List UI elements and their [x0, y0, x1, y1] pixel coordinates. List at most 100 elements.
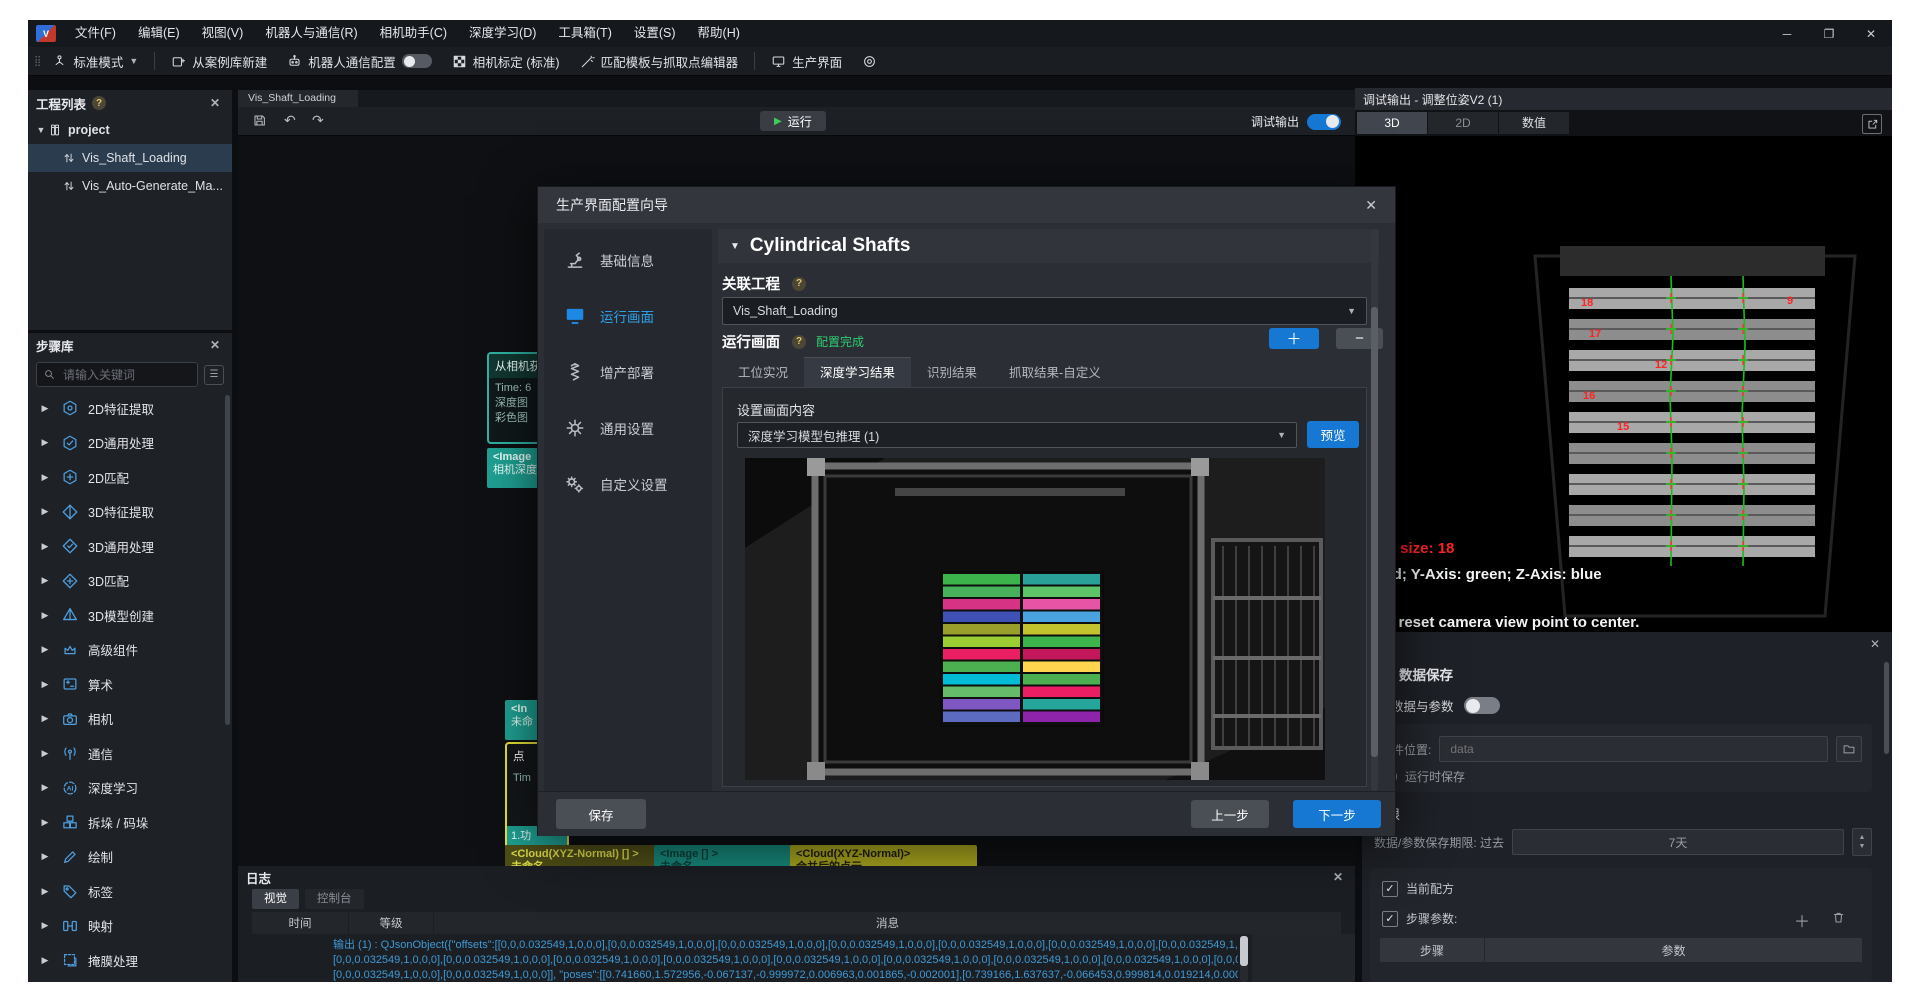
close-icon[interactable]: ✕ — [1329, 868, 1347, 886]
prev-step-button[interactable]: 上一步 — [1191, 800, 1269, 828]
robot-comm-config-button[interactable]: 机器人通信配置 — [277, 47, 442, 75]
log-entry[interactable]: 输出 (1) : QJsonObject({"offsets":[[0,0,0.… — [333, 938, 1238, 982]
wizard-nav-gears[interactable]: 自定义设置 — [544, 459, 712, 509]
step-category[interactable]: ▶ 2D匹配 — [28, 460, 232, 495]
filter-button[interactable]: ☰ — [204, 365, 224, 385]
step-category[interactable]: ▶ 拆垛 / 码垛 — [28, 805, 232, 840]
debug-tab-数值[interactable]: 数值 — [1499, 112, 1569, 134]
camera-calibration-button[interactable]: 相机标定 (标准) — [442, 47, 570, 75]
step-category[interactable]: ▶ 算术 — [28, 667, 232, 702]
project-row[interactable]: Vis_Shaft_Loading — [28, 144, 232, 172]
content-dropdown[interactable]: 深度学习模型包推理 (1) ▼ — [737, 422, 1297, 448]
project-row[interactable]: Vis_Auto-Generate_Ma... — [28, 172, 232, 200]
template-editor-button[interactable]: 匹配模板与抓取点编辑器 — [570, 47, 749, 75]
debug-output-toggle[interactable] — [1307, 114, 1341, 130]
step-category[interactable]: ▶ 掩膜处理 — [28, 943, 232, 978]
close-icon[interactable]: ✕ — [1866, 635, 1884, 653]
viewport-3d[interactable]: 18917121615 ist 1: size: 18 s: red; Y-Ax… — [1355, 136, 1892, 632]
log-scrollbar[interactable] — [1240, 936, 1248, 982]
run-button[interactable]: ▶ 运行 — [760, 111, 826, 131]
log-tab-视觉[interactable]: 视觉 — [252, 889, 299, 909]
undo-icon[interactable]: ↶ — [284, 112, 296, 129]
run-screen-tab-深度学习结果[interactable]: 深度学习结果 — [804, 357, 911, 388]
save-button[interactable]: 保存 — [556, 799, 646, 829]
menu-item-3[interactable]: 机器人与通信(R) — [254, 20, 368, 47]
output-port-label[interactable]: <Cloud(XYZ-Normal)>合并后的点云 — [790, 845, 977, 866]
wizard-title-bar[interactable]: 生产界面配置向导 ✕ — [538, 187, 1395, 223]
project-root-row[interactable]: ▼ project — [28, 116, 232, 144]
log-col-level[interactable]: 等级 — [349, 912, 433, 934]
file-location-input[interactable] — [1448, 741, 1819, 757]
wizard-nav-screw[interactable]: 增产部署 — [544, 347, 712, 397]
menu-item-6[interactable]: 工具箱(T) — [547, 20, 622, 47]
step-category[interactable]: ▶ 3D匹配 — [28, 564, 232, 599]
canvas-tab[interactable]: Vis_Shaft_Loading — [238, 90, 358, 107]
run-screen-tab-工位实况[interactable]: 工位实况 — [722, 358, 804, 388]
redo-icon[interactable]: ↷ — [312, 112, 324, 129]
step-category[interactable]: ▶ 3D特征提取 — [28, 495, 232, 530]
step-category[interactable]: ▶ 映射 — [28, 909, 232, 944]
close-icon[interactable]: ✕ — [1365, 197, 1377, 214]
menu-item-0[interactable]: 文件(F) — [64, 20, 127, 47]
run-screen-tab-抓取结果-自定义[interactable]: 抓取结果-自定义 — [993, 358, 1117, 388]
step-list-scrollbar[interactable] — [225, 395, 230, 725]
maximize-icon[interactable]: ❐ — [1808, 20, 1850, 47]
assistant-scrollbar[interactable] — [1884, 662, 1889, 754]
step-category[interactable]: ▶ 标签 — [28, 874, 232, 909]
pop-out-icon[interactable] — [1862, 114, 1882, 134]
step-category[interactable]: ▶ 3D模型创建 — [28, 598, 232, 633]
step-category[interactable]: ▶ 绘制 — [28, 840, 232, 875]
step-category[interactable]: ▶ 测量 — [28, 978, 232, 983]
current-recipe-checkbox[interactable]: ✓ — [1382, 881, 1398, 897]
menu-item-7[interactable]: 设置(S) — [623, 20, 687, 47]
table-header-step[interactable]: 步骤 — [1380, 938, 1484, 962]
close-icon[interactable]: ✕ — [206, 336, 224, 354]
output-port-label[interactable]: <Image [] >未命名 — [654, 845, 798, 866]
step-category[interactable]: ▶ 2D特征提取 — [28, 391, 232, 426]
step-params-checkbox[interactable]: ✓ — [1382, 911, 1398, 927]
next-step-button[interactable]: 下一步 — [1293, 800, 1381, 828]
menu-item-2[interactable]: 视图(V) — [191, 20, 255, 47]
wizard-nav-gear[interactable]: 通用设置 — [544, 403, 712, 453]
step-category[interactable]: ▶ 2D通用处理 — [28, 426, 232, 461]
toolbar-drag-handle[interactable]: ⣿ — [34, 56, 42, 67]
wizard-scroll-thumb[interactable] — [1371, 307, 1378, 757]
help-icon[interactable]: ? — [92, 96, 106, 110]
step-category[interactable]: ▶ 高级组件 — [28, 633, 232, 668]
collapse-icon[interactable]: ▼ — [730, 241, 740, 252]
log-tab-控制台[interactable]: 控制台 — [305, 889, 364, 909]
help-icon[interactable]: ? — [792, 277, 806, 291]
step-category[interactable]: ▶ 3D通用处理 — [28, 529, 232, 564]
robot-comm-toggle[interactable] — [402, 54, 432, 68]
menu-item-4[interactable]: 相机助手(C) — [369, 20, 458, 47]
add-screen-button[interactable]: ＋ — [1269, 328, 1319, 349]
run-screen-tab-识别结果[interactable]: 识别结果 — [911, 358, 993, 388]
close-icon[interactable]: ✕ — [206, 94, 224, 112]
output-port-label[interactable]: <Cloud(XYZ-Normal) [] >未命名 — [505, 845, 664, 866]
linked-project-dropdown[interactable]: Vis_Shaft_Loading ▼ — [722, 297, 1367, 325]
preview-button[interactable]: 预览 — [1307, 421, 1359, 448]
browse-folder-button[interactable] — [1836, 736, 1862, 762]
help-icon[interactable]: ? — [792, 335, 806, 349]
step-search-input[interactable] — [61, 367, 191, 383]
trash-icon[interactable] — [1831, 910, 1846, 925]
close-icon[interactable]: ✕ — [1850, 20, 1892, 47]
wizard-nav-robot-arm[interactable]: 基础信息 — [544, 235, 712, 285]
menu-item-8[interactable]: 帮助(H) — [687, 20, 751, 47]
step-category[interactable]: ▶ 相机 — [28, 702, 232, 737]
minimize-icon[interactable]: ─ — [1766, 20, 1808, 47]
spinner-buttons[interactable]: ▲▼ — [1852, 828, 1872, 856]
standard-mode-button[interactable]: 标准模式 ▼ — [42, 47, 148, 75]
add-icon[interactable]: ＋ — [1794, 908, 1810, 932]
menu-item-5[interactable]: 深度学习(D) — [458, 20, 547, 47]
debug-tab-2D[interactable]: 2D — [1428, 112, 1498, 134]
production-interface-button[interactable]: 生产界面 — [761, 47, 852, 75]
debug-tab-3D[interactable]: 3D — [1357, 112, 1427, 134]
target-button[interactable] — [852, 47, 887, 75]
log-col-message[interactable]: 消息 — [434, 912, 1341, 934]
step-category[interactable]: ▶ AI 深度学习 — [28, 771, 232, 806]
wizard-nav-monitor[interactable]: 运行画面 — [544, 291, 712, 341]
menu-item-1[interactable]: 编辑(E) — [127, 20, 191, 47]
retention-spinner[interactable]: 7天 — [1512, 829, 1844, 855]
log-col-time[interactable]: 时间 — [252, 912, 348, 934]
